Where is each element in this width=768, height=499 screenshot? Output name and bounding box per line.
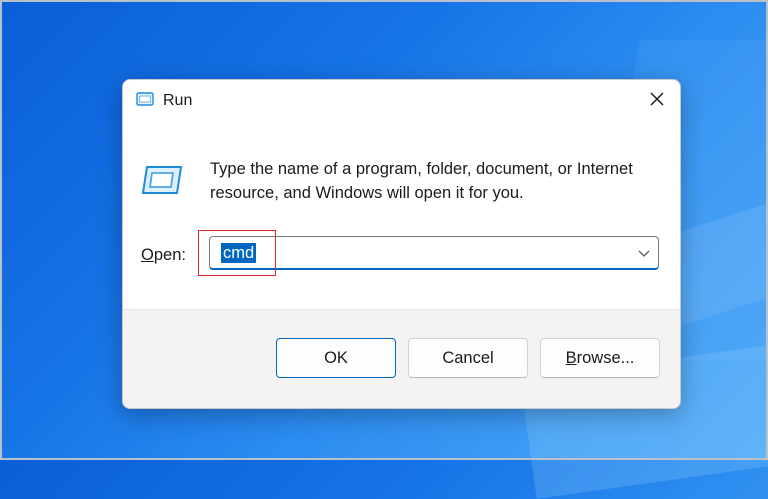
run-dialog: Run Type the name of a program, folder, … — [122, 79, 681, 409]
close-button[interactable] — [634, 80, 680, 122]
ok-button[interactable]: OK — [276, 338, 396, 378]
window-title: Run — [163, 92, 193, 109]
chevron-down-icon[interactable] — [636, 245, 652, 261]
browse-button[interactable]: Browse... — [540, 338, 660, 378]
cancel-button[interactable]: Cancel — [408, 338, 528, 378]
annotation-highlight-box — [198, 230, 276, 276]
run-icon — [136, 92, 154, 106]
dialog-description: Type the name of a program, folder, docu… — [210, 160, 633, 202]
button-bar: OK Cancel Browse... — [123, 309, 680, 408]
close-icon — [649, 91, 665, 112]
title-bar[interactable]: Run — [123, 80, 680, 122]
run-icon — [141, 165, 183, 195]
open-label: Open: — [141, 246, 186, 264]
open-combobox[interactable]: cmd — [209, 236, 659, 270]
